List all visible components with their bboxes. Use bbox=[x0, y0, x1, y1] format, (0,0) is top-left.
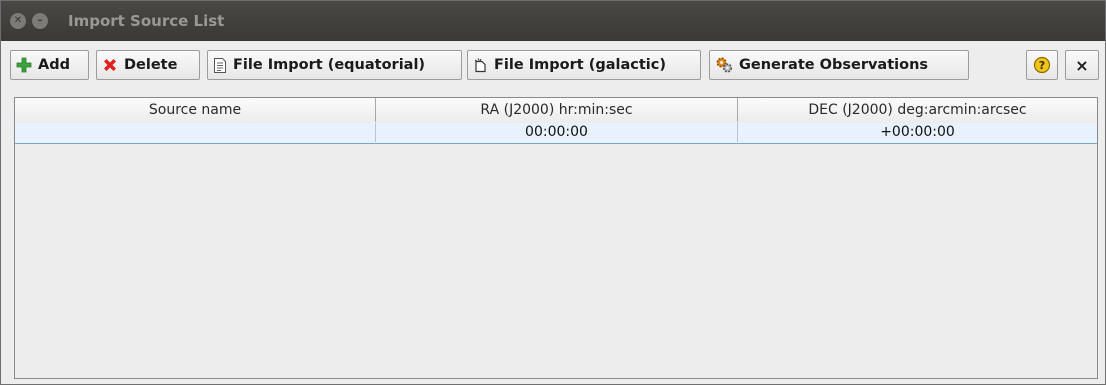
toolbar: Add Delete File Import (equatorial) File… bbox=[1, 41, 1105, 93]
help-icon: ? bbox=[1033, 56, 1051, 74]
x-mark-icon bbox=[102, 57, 118, 73]
delete-button[interactable]: Delete bbox=[96, 50, 200, 80]
cell-source-name[interactable] bbox=[15, 123, 376, 142]
table-row[interactable]: 00:00:00 +00:00:00 bbox=[15, 123, 1097, 144]
new-document-icon bbox=[473, 57, 488, 73]
document-icon bbox=[213, 57, 227, 74]
generate-observations-label: Generate Observations bbox=[739, 57, 929, 73]
cell-dec[interactable]: +00:00:00 bbox=[738, 123, 1097, 142]
window-close-icon[interactable]: ✕ bbox=[10, 13, 26, 29]
add-label: Add bbox=[38, 57, 70, 73]
file-import-equatorial-label: File Import (equatorial) bbox=[233, 57, 426, 73]
cell-ra[interactable]: 00:00:00 bbox=[376, 123, 738, 142]
column-header-ra[interactable]: RA (J2000) hr:min:sec bbox=[376, 98, 738, 122]
source-table: Source name RA (J2000) hr:min:sec DEC (J… bbox=[14, 97, 1098, 379]
file-import-galactic-label: File Import (galactic) bbox=[494, 57, 666, 73]
column-header-source-name[interactable]: Source name bbox=[15, 98, 376, 122]
title-bar: ✕ – Import Source List bbox=[1, 1, 1105, 41]
plus-icon bbox=[16, 57, 32, 73]
close-button[interactable]: × bbox=[1065, 50, 1099, 80]
add-button[interactable]: Add bbox=[10, 50, 89, 80]
gears-icon bbox=[715, 56, 733, 74]
window-title: Import Source List bbox=[68, 12, 225, 30]
import-source-list-window: ✕ – Import Source List Add Delete File I… bbox=[0, 0, 1106, 385]
close-icon: × bbox=[1075, 55, 1089, 75]
file-import-galactic-button[interactable]: File Import (galactic) bbox=[467, 50, 701, 80]
column-header-dec[interactable]: DEC (J2000) deg:arcmin:arcsec bbox=[738, 98, 1097, 122]
file-import-equatorial-button[interactable]: File Import (equatorial) bbox=[207, 50, 462, 80]
help-button[interactable]: ? bbox=[1026, 50, 1058, 80]
window-minimize-icon[interactable]: – bbox=[32, 13, 48, 29]
help-glyph: ? bbox=[1039, 59, 1045, 72]
table-header: Source name RA (J2000) hr:min:sec DEC (J… bbox=[15, 98, 1097, 124]
generate-observations-button[interactable]: Generate Observations bbox=[709, 50, 969, 80]
delete-label: Delete bbox=[124, 57, 178, 73]
